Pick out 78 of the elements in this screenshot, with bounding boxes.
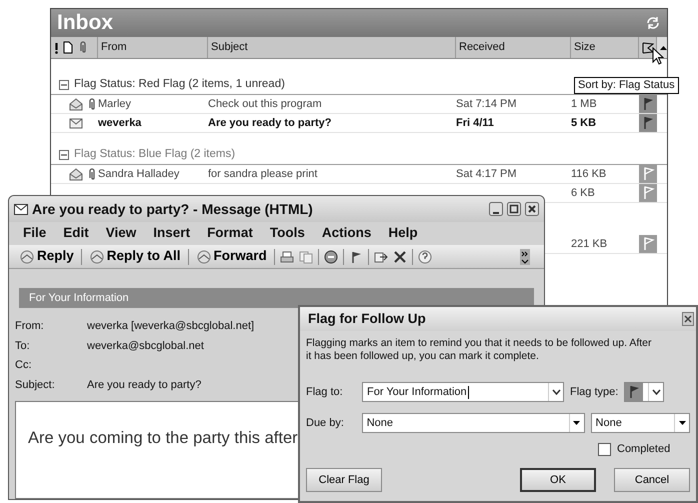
flag-icon[interactable] — [639, 114, 657, 132]
field-label: Cc: — [15, 358, 32, 373]
flag-to-combobox[interactable]: For Your Information — [362, 382, 564, 402]
delete-icon[interactable] — [392, 250, 407, 264]
column-header[interactable]: From — [98, 37, 208, 58]
message-size[interactable]: 5 KB — [571, 114, 639, 132]
message-size[interactable]: 6 KB — [571, 184, 639, 202]
field-label: Due by: — [306, 416, 345, 431]
overflow-icon[interactable] — [520, 248, 530, 264]
menu-item[interactable]: View — [106, 223, 136, 244]
checkbox-label[interactable]: Completed — [617, 440, 670, 458]
flag-icon[interactable] — [639, 95, 657, 113]
dialog-button[interactable]: Cancel — [614, 468, 690, 492]
help-icon[interactable] — [418, 250, 432, 264]
message-size[interactable]: 116 KB — [571, 166, 639, 182]
column-header[interactable]: Size — [571, 37, 639, 58]
field-label: Flag type: — [570, 384, 618, 400]
stop-icon[interactable] — [324, 250, 338, 264]
menu-item[interactable]: Actions — [322, 223, 372, 244]
move-icon[interactable] — [374, 250, 388, 264]
toolbar-button[interactable]: Reply — [17, 246, 76, 267]
message-received[interactable]: Fri 4/11 — [456, 114, 571, 132]
message-from[interactable]: Marley — [98, 96, 208, 112]
toolbar-button[interactable]: Reply to All — [86, 246, 183, 267]
message-received[interactable]: Sat 7:14 PM — [456, 96, 571, 112]
dropdown-arrow-icon — [573, 421, 580, 425]
flag-type-dropdown[interactable] — [624, 382, 664, 402]
field-label: Subject: — [15, 378, 55, 392]
group-header[interactable]: Flag Status: Red Flag (2 items, 1 unread) — [74, 76, 285, 94]
menu-item[interactable]: Insert — [153, 223, 190, 244]
column-header[interactable]: Received — [456, 37, 571, 58]
message-from[interactable]: Sandra Halladey — [98, 166, 208, 182]
importance-icon — [54, 42, 59, 54]
message-received[interactable]: Sat 4:17 PM — [456, 166, 571, 182]
checkbox[interactable] — [598, 442, 611, 456]
menu-item[interactable]: Tools — [270, 223, 305, 244]
collapse-icon[interactable] — [59, 150, 69, 160]
message-from[interactable]: weverka — [98, 114, 208, 132]
due-time-dropdown[interactable]: None — [590, 413, 690, 433]
tooltip: Sort by: Flag Status — [574, 77, 679, 94]
dialog-title: Flag for Follow Up — [308, 310, 426, 328]
field-value: weverka@sbcglobal.net — [87, 338, 204, 354]
group-header[interactable]: Flag Status: Blue Flag (2 items) — [74, 146, 236, 164]
window-title: Are you ready to party? - Message (HTML) — [32, 200, 313, 219]
description-text: Flagging marks an item to remind you that it needs to be followed up. After it has been followed up, you can mark it complete. — [305, 336, 653, 363]
message-subject[interactable]: for sandra please print — [208, 166, 456, 182]
maximize-button[interactable] — [507, 202, 521, 216]
up-arrow-icon — [660, 46, 667, 50]
toolbar-button[interactable]: Forward — [194, 246, 269, 267]
dialog-button[interactable]: Clear Flag — [306, 468, 382, 492]
menu-item[interactable]: Format — [207, 223, 253, 244]
cursor-icon — [652, 47, 664, 65]
info-band: For Your Information — [19, 288, 534, 308]
column-header[interactable]: Subject — [208, 37, 456, 58]
close-button[interactable] — [525, 202, 539, 216]
menu-item[interactable]: Edit — [63, 223, 89, 244]
dropdown-arrow-icon — [678, 421, 686, 425]
field-value: Are you ready to party? — [87, 378, 202, 392]
message-subject[interactable]: Check out this program — [208, 96, 456, 112]
collapse-icon[interactable] — [59, 80, 69, 90]
print-icon[interactable] — [280, 250, 294, 264]
field-label: Flag to: — [306, 384, 344, 400]
field-label: From: — [15, 319, 44, 334]
refresh-icon — [645, 15, 661, 31]
message-size[interactable]: 1 MB — [571, 96, 639, 112]
due-date-dropdown[interactable]: None — [362, 413, 585, 433]
inbox-title: Inbox — [57, 10, 113, 36]
document-icon — [63, 41, 73, 54]
flag-column-icon[interactable] — [642, 42, 654, 54]
menu-item[interactable]: Help — [388, 223, 418, 244]
message-subject[interactable]: Are you ready to party? — [208, 114, 456, 132]
close-button[interactable] — [682, 312, 694, 326]
menu-item[interactable]: File — [23, 223, 46, 244]
dialog-button[interactable]: OK — [520, 468, 596, 492]
field-value: weverka [weverka@sbcglobal.net] — [87, 319, 254, 334]
field-label: To: — [15, 338, 30, 354]
message-size[interactable]: 221 KB — [571, 236, 639, 252]
minimize-button[interactable] — [489, 202, 503, 216]
